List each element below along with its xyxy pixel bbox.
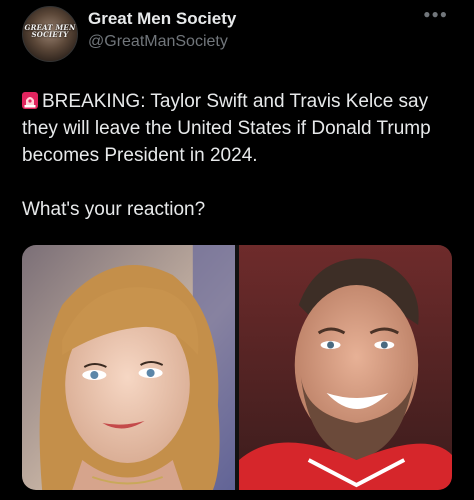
more-options-icon[interactable]: ●●● bbox=[423, 7, 448, 21]
photo-left[interactable] bbox=[22, 245, 235, 490]
tweet-media-grid[interactable] bbox=[22, 245, 452, 490]
man-portrait-image bbox=[239, 245, 452, 490]
avatar-logo-text: GREAT MEN SOCIETY bbox=[24, 23, 76, 39]
author-handle[interactable]: @GreatManSociety bbox=[88, 33, 228, 51]
tweet-text: BREAKING: Taylor Swift and Travis Kelce … bbox=[22, 88, 462, 223]
author-avatar[interactable]: GREAT MEN SOCIETY bbox=[22, 6, 78, 62]
siren-emoji-icon bbox=[22, 92, 38, 109]
author-display-name[interactable]: Great Men Society bbox=[88, 9, 236, 29]
tweet-paragraph-1: BREAKING: Taylor Swift and Travis Kelce … bbox=[22, 88, 462, 169]
photo-right[interactable] bbox=[239, 245, 452, 490]
tweet-paragraph-1-text: BREAKING: Taylor Swift and Travis Kelce … bbox=[22, 91, 431, 166]
tweet-paragraph-2: What's your reaction? bbox=[22, 199, 206, 220]
woman-portrait-image bbox=[22, 245, 235, 490]
